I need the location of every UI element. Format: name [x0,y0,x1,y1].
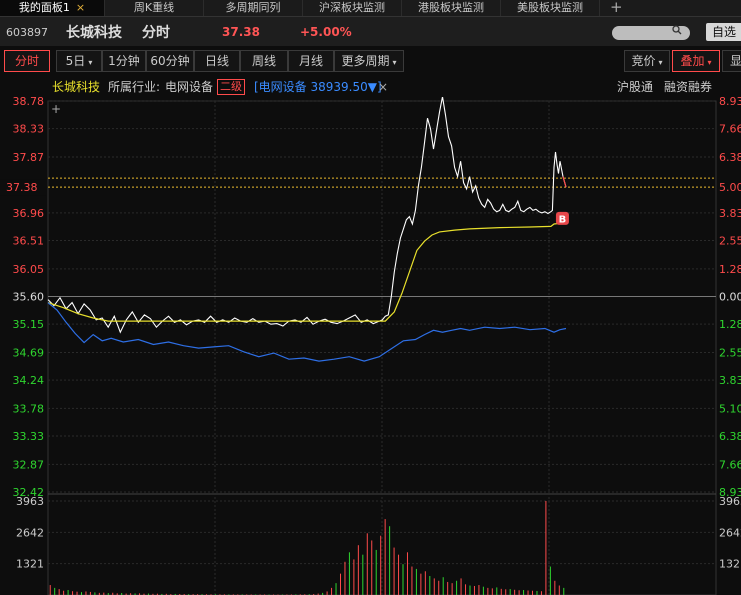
intraday-chart[interactable]: 38.78 38.33 37.87 37.38 36.96 36.51 36.05 35.60… [0,97,741,595]
y-tick-label: 36.51 [13,235,45,248]
tab-hk-sector[interactable]: 港股板块监测 [402,0,501,16]
series-avg-line [47,222,567,322]
chart-series [47,97,567,362]
y-tick-percent: 5.10% [719,402,741,415]
volume-tick-label: 1321 [16,558,44,571]
period-monthly-button[interactable]: 月线 [288,50,334,72]
stock-info-bar: 603897 长城科技 分时 37.38 +5.00% 自选 [0,17,741,46]
tab-label: 我的面板1 [18,1,70,14]
y-tick-percent: 2.55% [719,346,741,359]
industry-name[interactable]: 电网设备 [165,78,213,96]
volume-tick-label: 2642 [16,526,44,539]
period-60min-button[interactable]: 60分钟 [146,50,194,72]
tab-us-sector[interactable]: 美股板块监测 [501,0,600,16]
period-weekly-button[interactable]: 周线 [240,50,288,72]
stock-code: 603897 [6,26,48,39]
current-price-axis-label: 37.38 [6,181,38,194]
y-tick-percent: 7.66% [719,123,741,136]
volume-tick-label-right: 1321 [719,558,741,571]
y-tick-label: 34.24 [13,374,45,387]
change-percent: +5.00% [300,25,352,39]
stock-name: 长城科技 [66,25,122,41]
y-tick-percent: 6.38% [719,151,741,164]
overlay-index-label[interactable]: [电网设备 38939.50▼] [254,78,382,96]
y-tick-label: 38.33 [13,123,45,136]
chart-marks: +B [51,102,569,225]
display-button[interactable]: 显 [722,50,741,72]
button-label: 5日 [65,54,86,68]
y-tick-percent: 3.83% [719,207,741,220]
y-tick-label: 37.87 [13,151,45,164]
y-tick-label: 35.60 [13,291,45,304]
overlay-button[interactable]: 叠加 ▾ [672,50,720,72]
volume-tick-label-right: 3963 [719,495,741,508]
tab-hs-sector[interactable]: 沪深板块监测 [303,0,402,16]
more-periods-button[interactable]: 更多周期 ▾ [334,50,404,72]
y-tick-percent: 7.66% [719,458,741,471]
watchlist-button[interactable]: 自选 [706,23,741,41]
y-tick-label: 38.78 [13,97,45,108]
y-tick-percent: 0.00% [719,291,741,304]
level-badge: 二级 [217,79,245,95]
caret-down-icon: ▾ [88,58,93,67]
auction-button[interactable]: 竞价 ▾ [624,50,670,72]
caret-down-icon: ▾ [658,58,663,67]
industry-label: 所属行业: [108,80,161,94]
volume-tick-label: 3963 [16,495,44,508]
search-input[interactable] [612,24,690,40]
volume-tick-label-right: 2642 [719,526,741,539]
overlay-close-icon[interactable]: × [378,78,388,96]
y-tick-label: 34.69 [13,346,45,359]
panel-tab-bar: 我的面板1 × 周K重线 多周期同列 沪深板块监测 港股板块监测 美股板块监测 + [0,0,741,17]
y-tick-percent: 8.93% [719,97,741,108]
chart-subheader: 长城科技 所属行业: 电网设备 二级 [电网设备 38939.50▼] × 沪股… [0,78,741,96]
tag-margin-trading: 融资融券 [664,80,713,94]
close-icon[interactable]: × [76,1,85,14]
button-label: 叠加 [680,54,705,68]
left-price-axis: 38.78 38.33 37.87 37.38 36.96 36.51 36.05 35.60… [0,97,46,571]
view-mode-label: 分时 [142,25,170,41]
search-icon [672,24,682,39]
y-tick-percent: 3.83% [719,374,741,387]
y-tick-percent: 6.38% [719,430,741,443]
y-tick-label: 33.78 [13,402,45,415]
tag-hk-connect: 沪股通 [617,80,654,94]
chart-frame [47,100,717,595]
y-tick-label: 36.96 [13,207,45,220]
tab-weekly-k[interactable]: 周K重线 [105,0,204,16]
period-daily-button[interactable]: 日线 [194,50,240,72]
chart-grid [47,100,717,595]
caret-down-icon: ▾ [707,58,712,67]
caret-down-icon: ▾ [392,58,397,67]
y-tick-percent: 1.28% [719,318,741,331]
add-tab-icon[interactable]: + [610,0,623,16]
current-price: 37.38 [222,25,260,39]
period-1min-button[interactable]: 1分钟 [102,50,146,72]
y-tick-label: 35.15 [13,318,45,331]
period-5day-button[interactable]: 5日 ▾ [56,50,102,72]
crosshair-icon: + [51,102,61,116]
period-toolbar: 分时 5日 ▾ 1分钟 60分钟 日线 周线 月线 更多周期 ▾ 竞价 ▾ 叠加 ▾ 显 [0,50,741,72]
y-tick-label: 36.05 [13,263,45,276]
button-label: 竞价 [631,54,656,68]
period-intraday-button[interactable]: 分时 [4,50,50,72]
chart-stock-name: 长城科技 [52,80,101,94]
buy-marker-label: B [559,214,567,225]
tab-multi-period[interactable]: 多周期同列 [204,0,303,16]
y-tick-percent: 2.55% [719,235,741,248]
y-tick-percent: 5.00% [719,181,741,194]
y-tick-percent: 1.28% [719,263,741,276]
volume-bars [49,501,565,595]
button-label: 更多周期 [341,54,390,68]
y-tick-label: 33.33 [13,430,45,443]
tab-my-panel[interactable]: 我的面板1 × [0,0,105,16]
right-percent-axis: 8.93% 7.66% 6.38% 5.00% 3.83% 2.55% 1.28% 0.00%… [719,97,741,571]
y-tick-label: 32.87 [13,458,45,471]
